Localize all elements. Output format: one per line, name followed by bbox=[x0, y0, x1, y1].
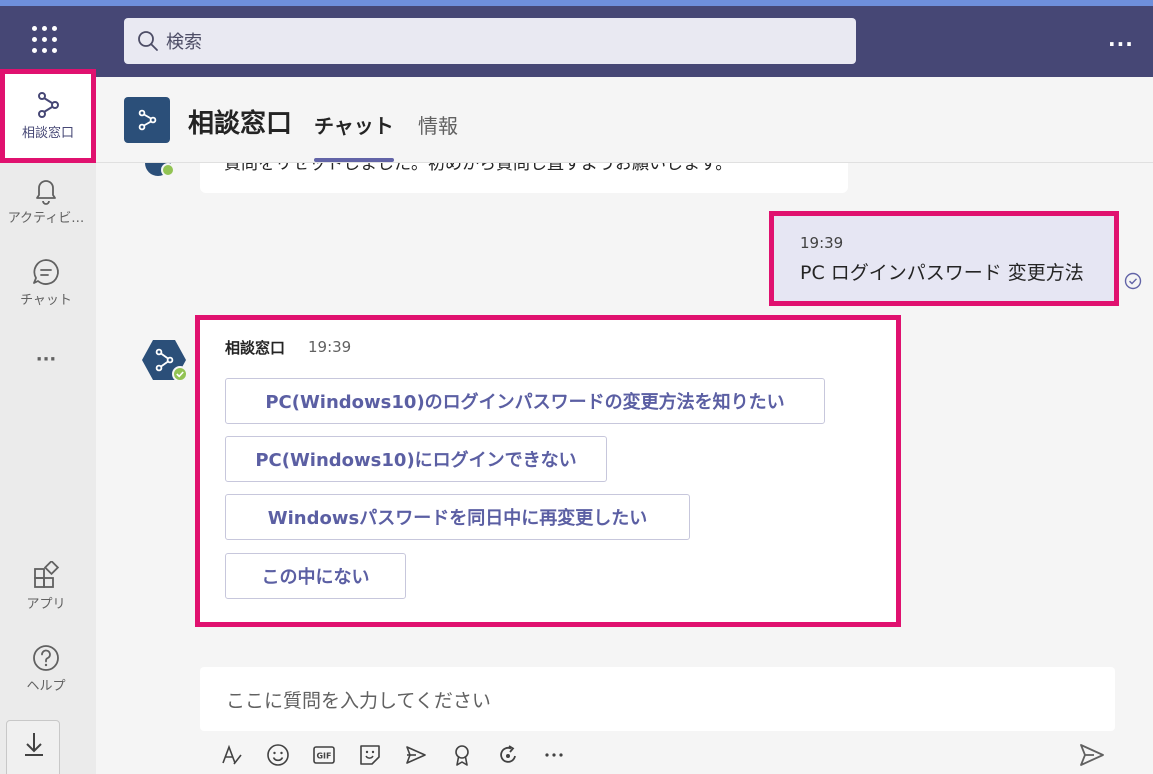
bot-icon bbox=[138, 109, 157, 131]
previous-message: 質問をリセットしました。初めから質問し直すようお願いします。 bbox=[200, 163, 848, 193]
compose-toolbar: GIF bbox=[220, 739, 588, 771]
chat-header: 相談窓口 チャット 情報 bbox=[96, 77, 1153, 163]
bot-message-time: 19:39 bbox=[308, 338, 352, 356]
rail-item-apps[interactable]: アプリ bbox=[0, 561, 92, 612]
bell-icon bbox=[36, 180, 56, 205]
rail-more-icon[interactable]: ··· bbox=[0, 349, 92, 370]
previous-message-text: 質問をリセットしました。初めから質問し直すようお願いします。 bbox=[224, 163, 733, 174]
rail-item-label: アプリ bbox=[26, 597, 66, 612]
sticker-icon[interactable] bbox=[358, 743, 382, 767]
bot-icon bbox=[38, 92, 59, 118]
download-icon bbox=[25, 733, 43, 756]
sent-message: 19:39 PC ログインパスワード 変更方法 bbox=[769, 211, 1119, 306]
choice-button[interactable]: PC(Windows10)にログインできない bbox=[225, 436, 607, 482]
search-box[interactable]: 検索 bbox=[124, 18, 856, 64]
read-receipt-icon bbox=[1124, 272, 1142, 290]
rail-item-label: ヘルプ bbox=[26, 679, 66, 694]
gif-icon[interactable]: GIF bbox=[312, 743, 336, 767]
svg-text:GIF: GIF bbox=[316, 752, 331, 761]
format-icon[interactable] bbox=[220, 743, 244, 767]
tab-info[interactable]: 情報 bbox=[418, 110, 458, 139]
rail-item-label: チャット bbox=[20, 293, 72, 308]
chat-title: 相談窓口 bbox=[188, 109, 293, 139]
rail-item-help[interactable]: ヘルプ bbox=[0, 643, 92, 694]
rail-item-label: 相談窓口 bbox=[21, 126, 74, 141]
top-bar: 検索 ··· bbox=[0, 6, 1153, 77]
emoji-icon[interactable] bbox=[266, 743, 290, 767]
bot-avatar-partial bbox=[144, 163, 174, 177]
rail-item-activity[interactable]: アクティビ… bbox=[0, 175, 92, 226]
sent-message-time: 19:39 bbox=[800, 234, 844, 252]
sent-message-text: PC ログインパスワード 変更方法 bbox=[800, 262, 1084, 284]
download-button[interactable] bbox=[6, 720, 60, 774]
meet-icon[interactable] bbox=[404, 743, 428, 767]
search-icon bbox=[138, 31, 158, 51]
choice-button[interactable]: PC(Windows10)のログインパスワードの変更方法を知りたい bbox=[225, 378, 825, 424]
help-icon bbox=[33, 645, 59, 671]
tab-chat[interactable]: チャット bbox=[314, 110, 394, 162]
chat-icon bbox=[33, 259, 59, 285]
app-rail: 相談窓口 アクティビ… チャット ··· アプリ ヘルプ bbox=[0, 69, 96, 774]
rail-item-bot[interactable]: 相談窓口 bbox=[0, 69, 96, 163]
choice-button[interactable]: この中にない bbox=[225, 553, 406, 599]
settings-more-icon[interactable]: ··· bbox=[1108, 32, 1134, 56]
loop-icon[interactable] bbox=[496, 743, 520, 767]
search-placeholder: 検索 bbox=[166, 32, 202, 53]
rail-item-label: アクティビ… bbox=[7, 211, 85, 226]
bot-message: 相談窓口 19:39 PC(Windows10)のログインパスワードの変更方法を… bbox=[195, 315, 901, 627]
praise-icon[interactable] bbox=[450, 743, 474, 767]
message-input-placeholder: ここに質問を入力してください bbox=[226, 690, 491, 712]
apps-icon bbox=[34, 561, 60, 588]
choice-button[interactable]: Windowsパスワードを同日中に再変更したい bbox=[225, 494, 690, 540]
message-input[interactable]: ここに質問を入力してください bbox=[200, 667, 1115, 731]
more-icon[interactable] bbox=[542, 743, 566, 767]
app-launcher-icon[interactable] bbox=[26, 20, 66, 60]
rail-item-chat[interactable]: チャット bbox=[0, 257, 92, 308]
send-icon[interactable] bbox=[1078, 742, 1106, 768]
bot-avatar-tile bbox=[124, 97, 170, 143]
bot-avatar bbox=[142, 340, 188, 382]
bot-sender-name: 相談窓口 bbox=[225, 339, 286, 357]
